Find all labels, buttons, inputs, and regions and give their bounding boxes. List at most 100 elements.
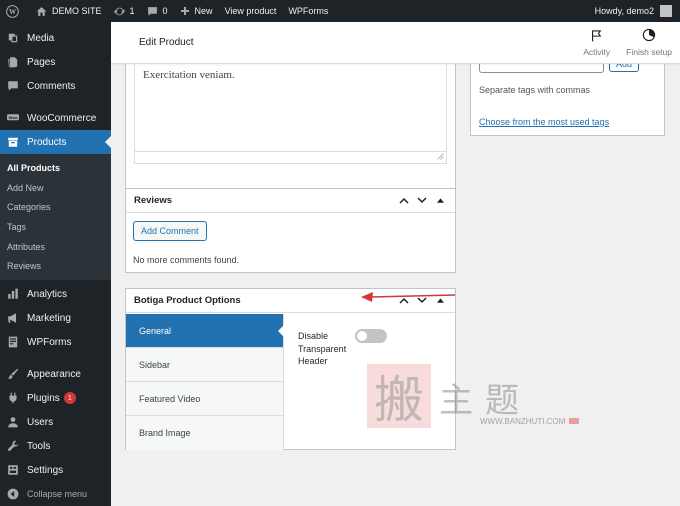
sidebar-item-label: WPForms [27,336,72,348]
watermark-url-text: WWW.BANZHUTI.COM [480,417,566,426]
toggle-knob [357,331,367,341]
botiga-title: Botiga Product Options [134,295,241,306]
tab-featured-video[interactable]: Featured Video [126,382,283,416]
sidebar-item-label: Pages [27,56,56,68]
botiga-tabs: General Sidebar Featured Video Brand Ima… [126,314,284,450]
tab-brand-image[interactable]: Brand Image [126,416,283,450]
resize-handle-icon[interactable] [437,152,444,162]
settings-sliders-icon [7,464,19,476]
paintbrush-icon [7,368,19,380]
view-product-link[interactable]: View product [219,0,283,22]
sidebar-item-plugins[interactable]: Plugins 1 [0,386,111,410]
bar-chart-icon [7,288,19,300]
finish-setup-button[interactable]: Finish setup [618,22,680,64]
flag-icon [590,29,603,47]
reviews-header: Reviews [126,189,455,213]
plus-icon [180,6,190,16]
user-icon [7,416,19,428]
submenu-tags[interactable]: Tags [0,217,111,237]
header-actions: Activity Finish setup [575,22,680,64]
updates-menu[interactable]: 1 [108,0,141,22]
sidebar-item-media[interactable]: Media [0,26,111,50]
most-used-tags-link[interactable]: Choose from the most used tags [479,117,609,127]
submenu-attributes[interactable]: Attributes [0,237,111,257]
sidebar-item-appearance[interactable]: Appearance [0,362,111,386]
sidebar-item-analytics[interactable]: Analytics [0,282,111,306]
reviews-title: Reviews [134,195,173,206]
wrench-icon [7,440,19,452]
sidebar-item-label: Tools [27,440,51,452]
sidebar-item-label: Settings [27,464,64,476]
tab-sidebar[interactable]: Sidebar [126,348,283,382]
submenu-all-products[interactable]: All Products [0,158,111,178]
sidebar-item-wpforms[interactable]: WPForms [0,330,111,354]
avatar [660,5,672,17]
comments-menu[interactable]: 0 [141,0,174,22]
wp-logo-menu[interactable]: W [0,0,30,22]
activity-button[interactable]: Activity [575,22,618,64]
sidebar-item-woocommerce[interactable]: Woo WooCommerce [0,106,111,130]
disable-transparent-header-label: Disable Transparent Header [298,331,347,366]
plugins-update-badge: 1 [63,392,76,405]
wpforms-menu[interactable]: WPForms [282,0,334,22]
page-title: Edit Product [139,37,194,48]
tab-general[interactable]: General [126,314,284,348]
sidebar-item-comments[interactable]: Comments [0,74,111,98]
sidebar-item-products[interactable]: Products [0,130,111,154]
home-icon [36,6,47,17]
editor-textarea[interactable]: Exercitation veniam. [134,55,447,152]
sidebar-item-label: Plugins [27,392,60,404]
wordpress-logo-icon: W [6,4,19,18]
watermark-stamp: 搬 [367,364,431,429]
sidebar-item-pages[interactable]: Pages [0,50,111,74]
product-tags-metabox: Add Separate tags with commas Choose fro… [470,54,665,136]
collapse-arrow-icon [7,488,19,500]
reviews-metabox: Reviews Add Comment No more comments fou… [125,188,456,273]
comment-bubble-icon [147,6,158,17]
woocommerce-header: Edit Product Activity Finish setup [111,22,680,64]
editor-status-bar [134,152,447,164]
collapse-menu-button[interactable]: Collapse menu [0,482,111,506]
sidebar-item-users[interactable]: Users [0,410,111,434]
admin-bar: W DEMO SITE 1 0 New View product WPForms… [0,0,680,22]
collapse-toggle-icon[interactable] [431,192,449,210]
sidebar-item-label: Users [27,416,54,428]
new-label: New [194,6,213,16]
edit-product-content: Exercitation veniam. Reviews Add Comment… [111,54,680,506]
watermark-url: WWW.BANZHUTI.COM [480,417,580,426]
editor-content[interactable]: Exercitation veniam. [143,69,235,81]
comments-count: 0 [162,6,168,16]
disable-transparent-header-toggle[interactable] [355,329,387,343]
sidebar-item-label: Analytics [27,288,68,300]
updates-icon [114,6,125,17]
woocommerce-icon: Woo [7,112,19,124]
new-content-menu[interactable]: New [174,0,219,22]
site-name-menu[interactable]: DEMO SITE [30,0,108,22]
activity-label: Activity [583,46,611,57]
sidebar-item-label: WooCommerce [27,112,97,124]
sidebar-item-label: Appearance [27,368,81,380]
account-menu[interactable]: Howdy, demo2 [589,0,680,22]
media-icon [7,32,19,44]
tags-hint: Separate tags with commas [479,85,591,95]
archive-box-icon [7,136,19,148]
megaphone-icon [7,312,19,324]
sidebar-item-marketing[interactable]: Marketing [0,306,111,330]
add-comment-button[interactable]: Add Comment [133,221,207,241]
submenu-categories[interactable]: Categories [0,197,111,217]
submenu-reviews[interactable]: Reviews [0,256,111,276]
updates-count: 1 [129,6,135,16]
admin-sidebar: Media Pages Comments Woo WooCommerce Pro… [0,22,111,506]
wpforms-icon [7,336,19,348]
sidebar-item-settings[interactable]: Settings [0,458,111,482]
annotation-arrow-icon [361,292,456,302]
plug-icon [7,392,19,404]
move-up-icon[interactable] [395,192,413,210]
site-name: DEMO SITE [52,6,102,16]
sidebar-item-tools[interactable]: Tools [0,434,111,458]
collapse-menu-label: Collapse menu [27,489,88,500]
watermark-text: 主题 [439,381,531,421]
sidebar-item-label: Comments [27,80,76,92]
move-down-icon[interactable] [413,192,431,210]
submenu-add-new[interactable]: Add New [0,178,111,198]
